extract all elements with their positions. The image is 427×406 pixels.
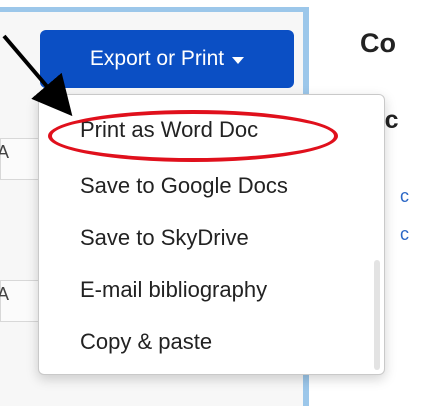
link-text[interactable]: c bbox=[400, 224, 409, 245]
menu-item-save-skydrive[interactable]: Save to SkyDrive bbox=[80, 225, 249, 251]
page-title: Co bbox=[360, 28, 396, 58]
link-text[interactable]: c bbox=[400, 186, 409, 207]
menu-item-print-word[interactable]: Print as Word Doc bbox=[80, 117, 258, 143]
export-or-print-button[interactable]: Export or Print bbox=[40, 30, 294, 88]
screenshot-frame: A A Co Sc c c Export or Print Print as W… bbox=[0, 0, 427, 406]
menu-item-copy-paste[interactable]: Copy & paste bbox=[80, 329, 212, 355]
export-or-print-label: Export or Print bbox=[89, 47, 225, 70]
caret-down-icon bbox=[232, 57, 245, 64]
menu-item-email-bibliography[interactable]: E-mail bibliography bbox=[80, 277, 267, 303]
left-hint-text: A bbox=[0, 142, 10, 162]
menu-item-save-google-docs[interactable]: Save to Google Docs bbox=[80, 173, 288, 199]
menu-scrollbar[interactable] bbox=[374, 260, 380, 370]
left-hint-text: A bbox=[0, 284, 10, 304]
